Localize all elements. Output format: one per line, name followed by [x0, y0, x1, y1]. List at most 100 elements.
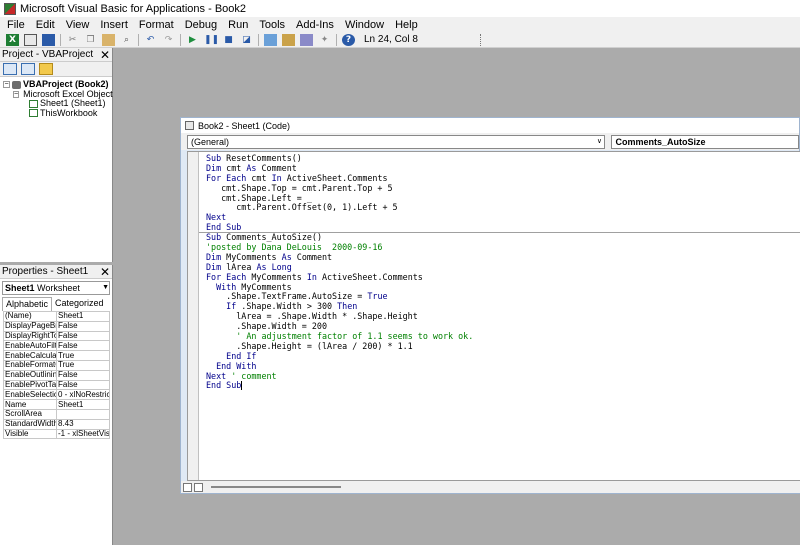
property-value[interactable]: 8.43: [56, 418, 110, 430]
cut-icon[interactable]: ✂: [66, 34, 79, 46]
property-row[interactable]: DisplayRightToLefFalse: [3, 330, 110, 342]
menu-run[interactable]: Run: [228, 19, 248, 31]
property-name: Name: [3, 399, 57, 410]
property-value[interactable]: False: [56, 320, 110, 332]
close-icon[interactable]: ✕: [100, 265, 110, 279]
property-row[interactable]: EnableAutoFilterFalse: [3, 340, 110, 352]
paste-icon[interactable]: [102, 33, 115, 46]
property-row[interactable]: EnableSelection0 - xlNoRestrictio: [3, 389, 110, 401]
toolbox-icon[interactable]: ✦: [318, 34, 331, 46]
property-row[interactable]: DisplayPageBreakFalse: [3, 320, 110, 332]
menu-addins[interactable]: Add-Ins: [296, 19, 334, 31]
object-selector[interactable]: Sheet1 Worksheet ▼: [2, 281, 110, 295]
property-row[interactable]: Name Sheet1: [3, 399, 110, 410]
full-module-view-icon[interactable]: [194, 482, 203, 492]
code-token: .Shape.Width > 300: [236, 301, 338, 312]
design-mode-icon[interactable]: ◪: [240, 34, 253, 46]
run-icon[interactable]: ▶: [186, 34, 199, 46]
tab-categorized[interactable]: Categorized: [52, 297, 107, 311]
copy-icon[interactable]: ❐: [84, 34, 97, 46]
menu-format[interactable]: Format: [139, 19, 174, 31]
code-window-title: Book2 - Sheet1 (Code): [198, 120, 291, 131]
property-row[interactable]: EnableOutlining False: [3, 369, 110, 381]
code-token: End Sub: [206, 380, 242, 391]
properties-icon[interactable]: [282, 33, 295, 46]
property-value[interactable]: -1 - xlSheetVisib: [56, 428, 110, 440]
project-explorer-icon[interactable]: [264, 33, 277, 46]
property-value[interactable]: 0 - xlNoRestrictio: [56, 389, 110, 401]
toolbar-separator: [60, 33, 61, 46]
view-code-icon[interactable]: [3, 63, 17, 75]
scrollbar-thumb[interactable]: [211, 486, 341, 488]
menu-view[interactable]: View: [66, 19, 90, 31]
property-row[interactable]: EnablePivotTableFalse: [3, 379, 110, 391]
properties-panel: Properties - Sheet1 ✕ Sheet1 Worksheet ▼…: [0, 265, 113, 545]
collapse-icon[interactable]: −: [13, 90, 20, 98]
code-token: MyComments: [236, 281, 292, 292]
code-window-titlebar: Book2 - Sheet1 (Code): [181, 118, 799, 133]
property-row[interactable]: EnableFormatConTrue: [3, 359, 110, 371]
find-icon[interactable]: ⌕: [120, 34, 133, 46]
view-object-icon[interactable]: [21, 63, 35, 75]
break-icon[interactable]: ❚❚: [204, 34, 219, 46]
tree-node-label: ThisWorkbook: [40, 107, 98, 118]
menu-insert[interactable]: Insert: [100, 19, 128, 31]
property-value[interactable]: False: [56, 379, 110, 391]
object-browser-icon[interactable]: [300, 33, 313, 46]
property-row[interactable]: ScrollArea: [3, 408, 110, 420]
code-text[interactable]: Sub ResetComments() Dim cmt As Comment For…: [206, 153, 473, 391]
toolbar-grip[interactable]: [480, 33, 486, 46]
undo-icon[interactable]: ↶: [144, 34, 157, 46]
insert-module-icon[interactable]: [24, 33, 37, 46]
property-value[interactable]: False: [56, 340, 110, 352]
property-value[interactable]: Sheet1: [56, 311, 110, 322]
code-token: cmt.Shape.Left = _: [206, 192, 312, 203]
procedure-combo[interactable]: Comments_AutoSize: [611, 134, 799, 149]
code-editor[interactable]: Sub ResetComments() Dim cmt As Comment For…: [187, 151, 800, 481]
property-value[interactable]: True: [56, 359, 110, 371]
code-token: As: [281, 251, 292, 262]
property-value[interactable]: True: [56, 350, 110, 361]
tab-alphabetic[interactable]: Alphabetic: [2, 297, 53, 311]
menu-file[interactable]: File: [7, 19, 25, 31]
procedure-view-icon[interactable]: [183, 482, 192, 492]
property-row[interactable]: (Name) Sheet1: [3, 311, 110, 322]
excel-icon[interactable]: X: [6, 33, 19, 46]
code-token: MyComments: [221, 251, 282, 262]
project-explorer-titlebar: Project - VBAProject ✕: [0, 48, 112, 62]
save-icon[interactable]: [42, 33, 55, 46]
code-token: .Shape.Width = 200: [206, 321, 328, 332]
toolbar-separator: [138, 33, 139, 46]
help-icon[interactable]: ?: [342, 33, 355, 46]
property-row[interactable]: StandardWidth 8.43: [3, 418, 110, 430]
property-row[interactable]: EnableCalculationTrue: [3, 350, 110, 361]
project-explorer-panel: Project - VBAProject ✕ − VBAProject (Boo…: [0, 48, 117, 262]
redo-icon[interactable]: ↷: [162, 34, 175, 46]
code-token: ActiveSheet.Comments: [281, 172, 388, 183]
reset-icon[interactable]: ■: [222, 34, 235, 46]
property-row[interactable]: Visible-1 - xlSheetVisib: [3, 428, 110, 440]
workbook-icon: [29, 109, 38, 118]
code-token: Next: [206, 370, 227, 381]
properties-tabs: Alphabetic Categorized: [0, 297, 112, 311]
menu-debug[interactable]: Debug: [185, 19, 217, 31]
object-combo[interactable]: (General) ∨: [187, 134, 606, 149]
code-token: End With: [216, 360, 257, 371]
property-value[interactable]: False: [56, 330, 110, 342]
toggle-folders-icon[interactable]: [39, 63, 53, 75]
code-token: .Shape.TextFrame.AutoSize =: [206, 291, 368, 302]
menu-tools[interactable]: Tools: [259, 19, 285, 31]
menu-window[interactable]: Window: [345, 19, 384, 31]
menu-help[interactable]: Help: [395, 19, 418, 31]
margin-indicator-bar[interactable]: [188, 152, 199, 480]
tree-node-thisworkbook[interactable]: ThisWorkbook: [3, 107, 112, 119]
property-value[interactable]: [56, 408, 110, 420]
close-icon[interactable]: ✕: [100, 48, 110, 62]
code-token: With: [216, 281, 237, 292]
collapse-icon[interactable]: −: [3, 81, 10, 89]
horizontal-scrollbar[interactable]: [181, 481, 800, 493]
menu-edit[interactable]: Edit: [36, 19, 55, 31]
property-value[interactable]: Sheet1: [56, 399, 110, 410]
property-value[interactable]: False: [56, 369, 110, 381]
